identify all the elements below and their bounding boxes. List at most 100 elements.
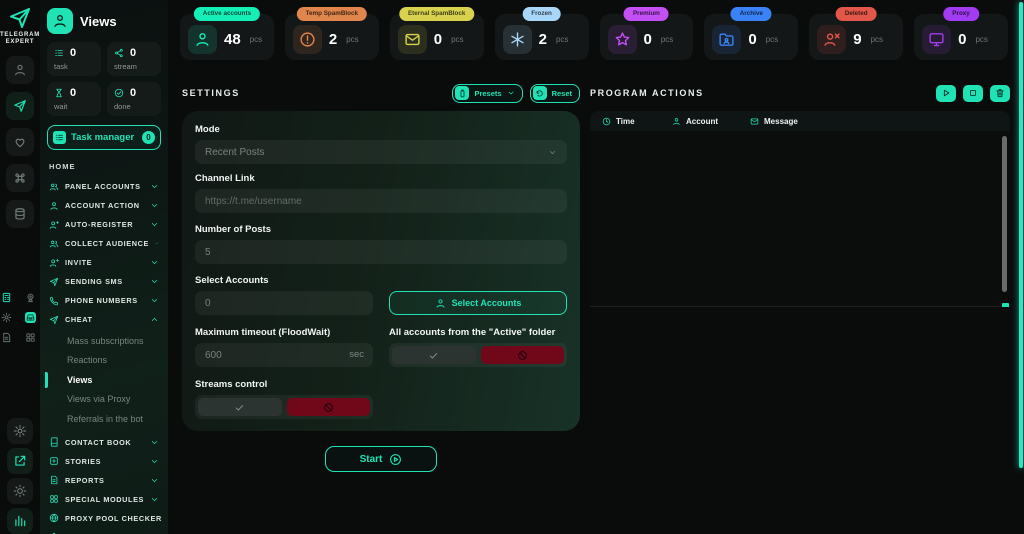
sidebar: Views 0 task 0 stream 0 wait 0 done Task… <box>40 0 168 534</box>
alert-circle-icon <box>293 25 322 54</box>
modules-icon <box>49 494 59 504</box>
column-time: Time <box>602 117 672 126</box>
channel-link-input[interactable] <box>195 189 567 213</box>
rail-shortcuts-button[interactable] <box>6 164 34 192</box>
cheat-submenu: Mass subscriptions Reactions Views Views… <box>45 329 163 433</box>
status-badge: Premium <box>624 7 669 21</box>
sidebar-item-account-action[interactable]: ACCOUNT ACTION <box>45 196 163 215</box>
stat-unit: pcs <box>250 35 262 44</box>
calculator-icon[interactable] <box>1 292 12 303</box>
stat-card-proxy: Proxy 0 pcs <box>914 14 1008 60</box>
sidebar-item-reports[interactable]: REPORTS <box>45 471 163 490</box>
streams-on-option[interactable] <box>198 398 282 416</box>
active-folder-toggle <box>389 343 567 367</box>
stat-unit: pcs <box>451 35 463 44</box>
status-badge: Active accounts <box>194 7 260 21</box>
sidebar-item-proxy[interactable]: PROXY <box>45 528 163 534</box>
folder-icon <box>712 25 741 54</box>
rail-telegram-button[interactable] <box>6 92 34 120</box>
rail-favorites-button[interactable] <box>6 128 34 156</box>
webcam-icon[interactable] <box>25 292 36 303</box>
stat-unit: pcs <box>871 35 883 44</box>
table-header: Time Account Message <box>590 111 1010 131</box>
sidebar-item-panel-accounts[interactable]: PANEL ACCOUNTS <box>45 177 163 196</box>
log-play-button[interactable] <box>936 85 956 102</box>
streams-off-option[interactable] <box>287 398 371 416</box>
chevron-down-icon <box>150 201 159 210</box>
grid-icon[interactable] <box>25 332 36 343</box>
check-icon <box>234 402 245 413</box>
sidebar-item-cheat[interactable]: CHEAT <box>45 310 163 329</box>
user-plus-icon <box>49 258 59 268</box>
task-manager-button[interactable]: Task manager 0 <box>47 125 161 150</box>
presets-button[interactable]: Presets <box>452 84 522 103</box>
log-clear-button[interactable] <box>990 85 1010 102</box>
users-icon <box>49 182 59 192</box>
brand-line2: EXPERT <box>6 39 35 46</box>
play-icon <box>941 88 951 98</box>
submenu-item-views-via-proxy[interactable]: Views via Proxy <box>45 390 163 410</box>
max-timeout-input[interactable] <box>195 343 373 367</box>
inbox-in-icon[interactable] <box>25 312 36 323</box>
table-resize-handle[interactable] <box>1002 303 1009 307</box>
active-folder-off-option[interactable] <box>481 346 565 364</box>
accounts-count-input[interactable] <box>195 291 373 315</box>
sidebar-item-phone-numbers[interactable]: PHONE NUMBERS <box>45 291 163 310</box>
stat-card-active-accounts: Active accounts 48 pcs <box>180 14 274 60</box>
page-scrollbar[interactable] <box>1019 2 1023 468</box>
submenu-item-reactions[interactable]: Reactions <box>45 351 163 371</box>
stat-stream: 0 stream <box>107 42 161 76</box>
sidebar-nav: PANEL ACCOUNTS ACCOUNT ACTION AUTO-REGIS… <box>45 177 163 534</box>
stat-value: 48 <box>224 31 241 48</box>
submenu-item-referrals-in-the-bot[interactable]: Referrals in the bot <box>45 409 163 429</box>
paper-plane-icon <box>13 99 27 113</box>
sidebar-item-stories[interactable]: STORIES <box>45 452 163 471</box>
sidebar-item-invite[interactable]: INVITE <box>45 253 163 272</box>
stat-value: 0 <box>434 31 442 48</box>
stat-card-frozen: Frozen 2 pcs <box>495 14 589 60</box>
trash-icon <box>995 88 1005 98</box>
active-folder-label: All accounts from the "Active" folder <box>389 327 567 338</box>
stat-unit: pcs <box>661 35 673 44</box>
gear-icon[interactable] <box>1 312 12 323</box>
select-accounts-button[interactable]: Select Accounts <box>389 291 567 315</box>
external-link-button[interactable] <box>7 448 33 474</box>
stream-icon <box>114 48 124 58</box>
submenu-item-views[interactable]: Views <box>45 370 163 390</box>
stats-button[interactable] <box>7 508 33 534</box>
command-icon <box>13 171 27 185</box>
sidebar-item-proxy-pool-checker[interactable]: PROXY POOL CHECKER <box>45 509 163 528</box>
brand-name: TELEGRAM EXPERT <box>0 32 40 46</box>
status-badge: Eternal SpamBlock <box>399 7 474 21</box>
sidebar-item-collect-audience[interactable]: COLLECT AUDIENCE <box>45 234 163 253</box>
stop-icon <box>968 88 978 98</box>
brand-line1: TELEGRAM <box>0 32 40 39</box>
reset-button[interactable]: Reset <box>530 84 580 103</box>
sidebar-item-contact-book[interactable]: CONTACT BOOK <box>45 433 163 452</box>
number-of-posts-input[interactable] <box>195 240 567 264</box>
table-scrollbar[interactable] <box>1002 136 1007 292</box>
status-badge: Frozen <box>522 7 561 21</box>
theme-button[interactable] <box>7 478 33 504</box>
submenu-item-mass-subscriptions[interactable]: Mass subscriptions <box>45 331 163 351</box>
database-icon <box>13 207 27 221</box>
send-icon <box>49 277 59 287</box>
rail-mini-icons <box>1 292 39 343</box>
mode-select[interactable]: Recent Posts <box>195 140 567 164</box>
chevron-down-icon <box>150 220 159 229</box>
rail-profile-button[interactable] <box>6 56 34 84</box>
sidebar-item-auto-register[interactable]: AUTO-REGISTER <box>45 215 163 234</box>
stat-label: wait <box>54 102 94 111</box>
column-account: Account <box>672 117 750 126</box>
sidebar-item-special-modules[interactable]: SPECIAL MODULES <box>45 490 163 509</box>
rail-database-button[interactable] <box>6 200 34 228</box>
start-button[interactable]: Start <box>325 446 437 472</box>
active-folder-on-option[interactable] <box>392 346 476 364</box>
document-icon[interactable] <box>1 332 12 343</box>
settings-rail-button[interactable] <box>7 418 33 444</box>
section-label-home: HOME <box>45 150 163 177</box>
sidebar-item-sending-sms[interactable]: SENDING SMS <box>45 272 163 291</box>
log-stop-button[interactable] <box>963 85 983 102</box>
chevron-down-icon <box>150 457 159 466</box>
number-of-posts-label: Number of Posts <box>195 224 567 235</box>
